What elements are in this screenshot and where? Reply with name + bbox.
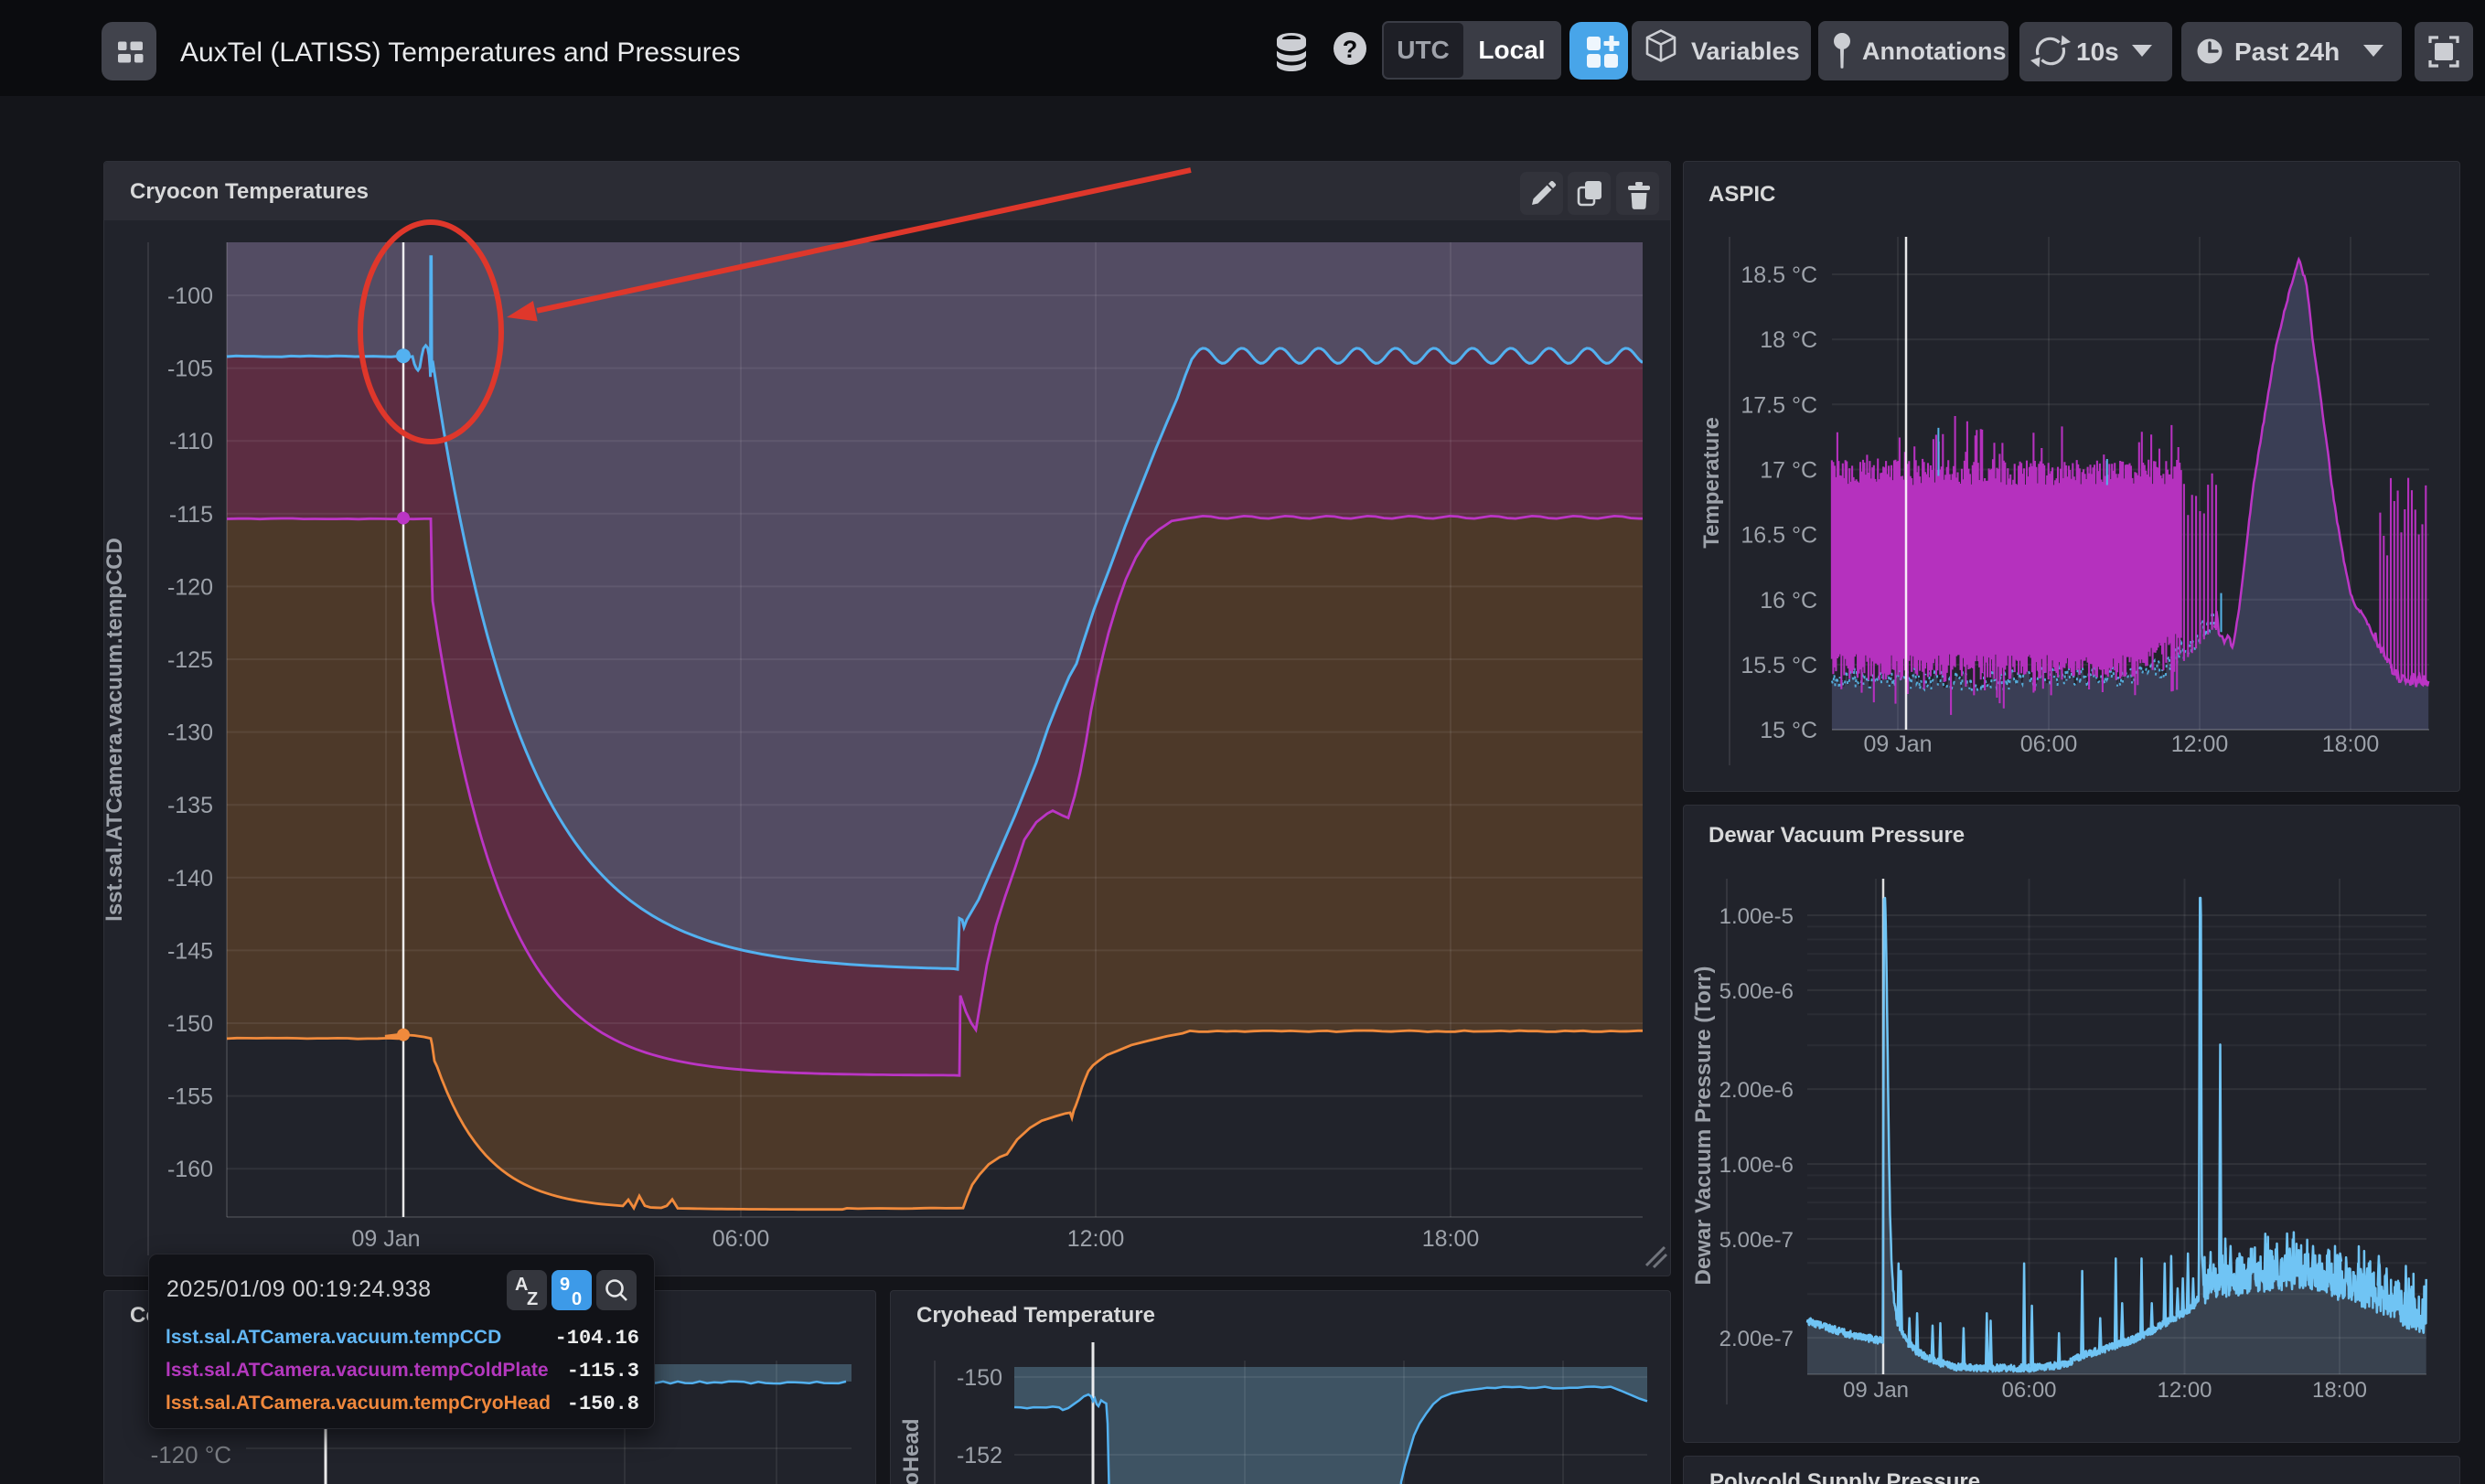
svg-text:2.00e-7: 2.00e-7 [1719, 1327, 1794, 1351]
svg-text:-135: -135 [167, 793, 213, 818]
svg-text:Dewar Vacuum Pressure (Torr): Dewar Vacuum Pressure (Torr) [1691, 966, 1716, 1285]
svg-text:0: 0 [572, 1289, 582, 1309]
svg-text:15.5 °C: 15.5 °C [1741, 653, 1817, 678]
svg-text:Cryohead Temperature: Cryohead Temperature [916, 1303, 1155, 1328]
svg-text:Annotations: Annotations [1862, 37, 2006, 65]
svg-text:15 °C: 15 °C [1760, 718, 1817, 743]
svg-text:1.00e-5: 1.00e-5 [1719, 904, 1794, 929]
svg-text:09 Jan: 09 Jan [1843, 1378, 1909, 1403]
svg-text:2.00e-6: 2.00e-6 [1719, 1078, 1794, 1103]
svg-text:Variables: Variables [1691, 37, 1800, 65]
svg-text:06:00: 06:00 [712, 1226, 770, 1252]
svg-text:06:00: 06:00 [2020, 731, 2078, 757]
svg-text:-105: -105 [167, 357, 213, 382]
svg-text:-150: -150 [957, 1365, 1002, 1391]
svg-text:-152: -152 [957, 1443, 1002, 1468]
svg-text:-160: -160 [167, 1157, 213, 1182]
svg-text:18:00: 18:00 [2312, 1378, 2367, 1403]
svg-text:12:00: 12:00 [2171, 731, 2229, 757]
svg-text:16 °C: 16 °C [1760, 588, 1817, 614]
svg-text:5.00e-7: 5.00e-7 [1719, 1228, 1794, 1253]
svg-text:-150: -150 [167, 1011, 213, 1037]
svg-text:AuxTel (LATISS) Temperatures a: AuxTel (LATISS) Temperatures and Pressur… [180, 37, 740, 68]
svg-text:9: 9 [560, 1275, 570, 1295]
svg-text:-120: -120 [167, 574, 213, 600]
svg-text:09 Jan: 09 Jan [351, 1226, 420, 1252]
svg-text:06:00: 06:00 [2001, 1378, 2056, 1403]
svg-text:-115: -115 [169, 502, 213, 528]
svg-text:Local: Local [1478, 36, 1545, 64]
svg-text:-125: -125 [167, 647, 213, 673]
svg-text:18 °C: 18 °C [1760, 327, 1817, 353]
svg-text:18:00: 18:00 [2322, 731, 2380, 757]
svg-text:?: ? [1343, 36, 1358, 63]
svg-text:-155: -155 [167, 1084, 213, 1110]
svg-text:lsst.sal.ATCamera.vacuum.tempC: lsst.sal.ATCamera.vacuum.tempCCD [104, 538, 127, 922]
svg-text:-120 °C: -120 °C [151, 1441, 231, 1468]
svg-text:Temperature: Temperature [1699, 417, 1724, 549]
svg-text:1.00e-6: 1.00e-6 [1719, 1153, 1794, 1178]
svg-text:lsst.sal.ATCamera.vacuum.tempC: lsst.sal.ATCamera.vacuum.tempCryoHead [899, 1418, 924, 1484]
svg-text:Z: Z [527, 1289, 538, 1309]
svg-text:-145: -145 [167, 938, 213, 964]
svg-text:Dewar Vacuum Pressure: Dewar Vacuum Pressure [1708, 823, 1965, 848]
svg-text:12:00: 12:00 [1067, 1226, 1125, 1252]
svg-text:16.5 °C: 16.5 °C [1741, 523, 1817, 549]
svg-text:UTC: UTC [1397, 36, 1450, 64]
svg-text:10s: 10s [2076, 37, 2119, 66]
svg-text:-130: -130 [167, 721, 213, 746]
svg-text:18:00: 18:00 [1422, 1226, 1480, 1252]
svg-text:18.5 °C: 18.5 °C [1741, 262, 1817, 288]
svg-text:-110: -110 [169, 429, 213, 454]
svg-text:12:00: 12:00 [2157, 1378, 2212, 1403]
svg-text:09 Jan: 09 Jan [1863, 731, 1932, 757]
svg-text:ASPIC: ASPIC [1708, 182, 1775, 207]
svg-text:-100: -100 [167, 283, 213, 309]
svg-text:-140: -140 [167, 866, 213, 891]
svg-text:Past 24h: Past 24h [2234, 37, 2340, 66]
svg-text:17 °C: 17 °C [1760, 457, 1817, 483]
svg-text:17.5 °C: 17.5 °C [1741, 392, 1817, 418]
svg-text:5.00e-6: 5.00e-6 [1719, 979, 1794, 1004]
